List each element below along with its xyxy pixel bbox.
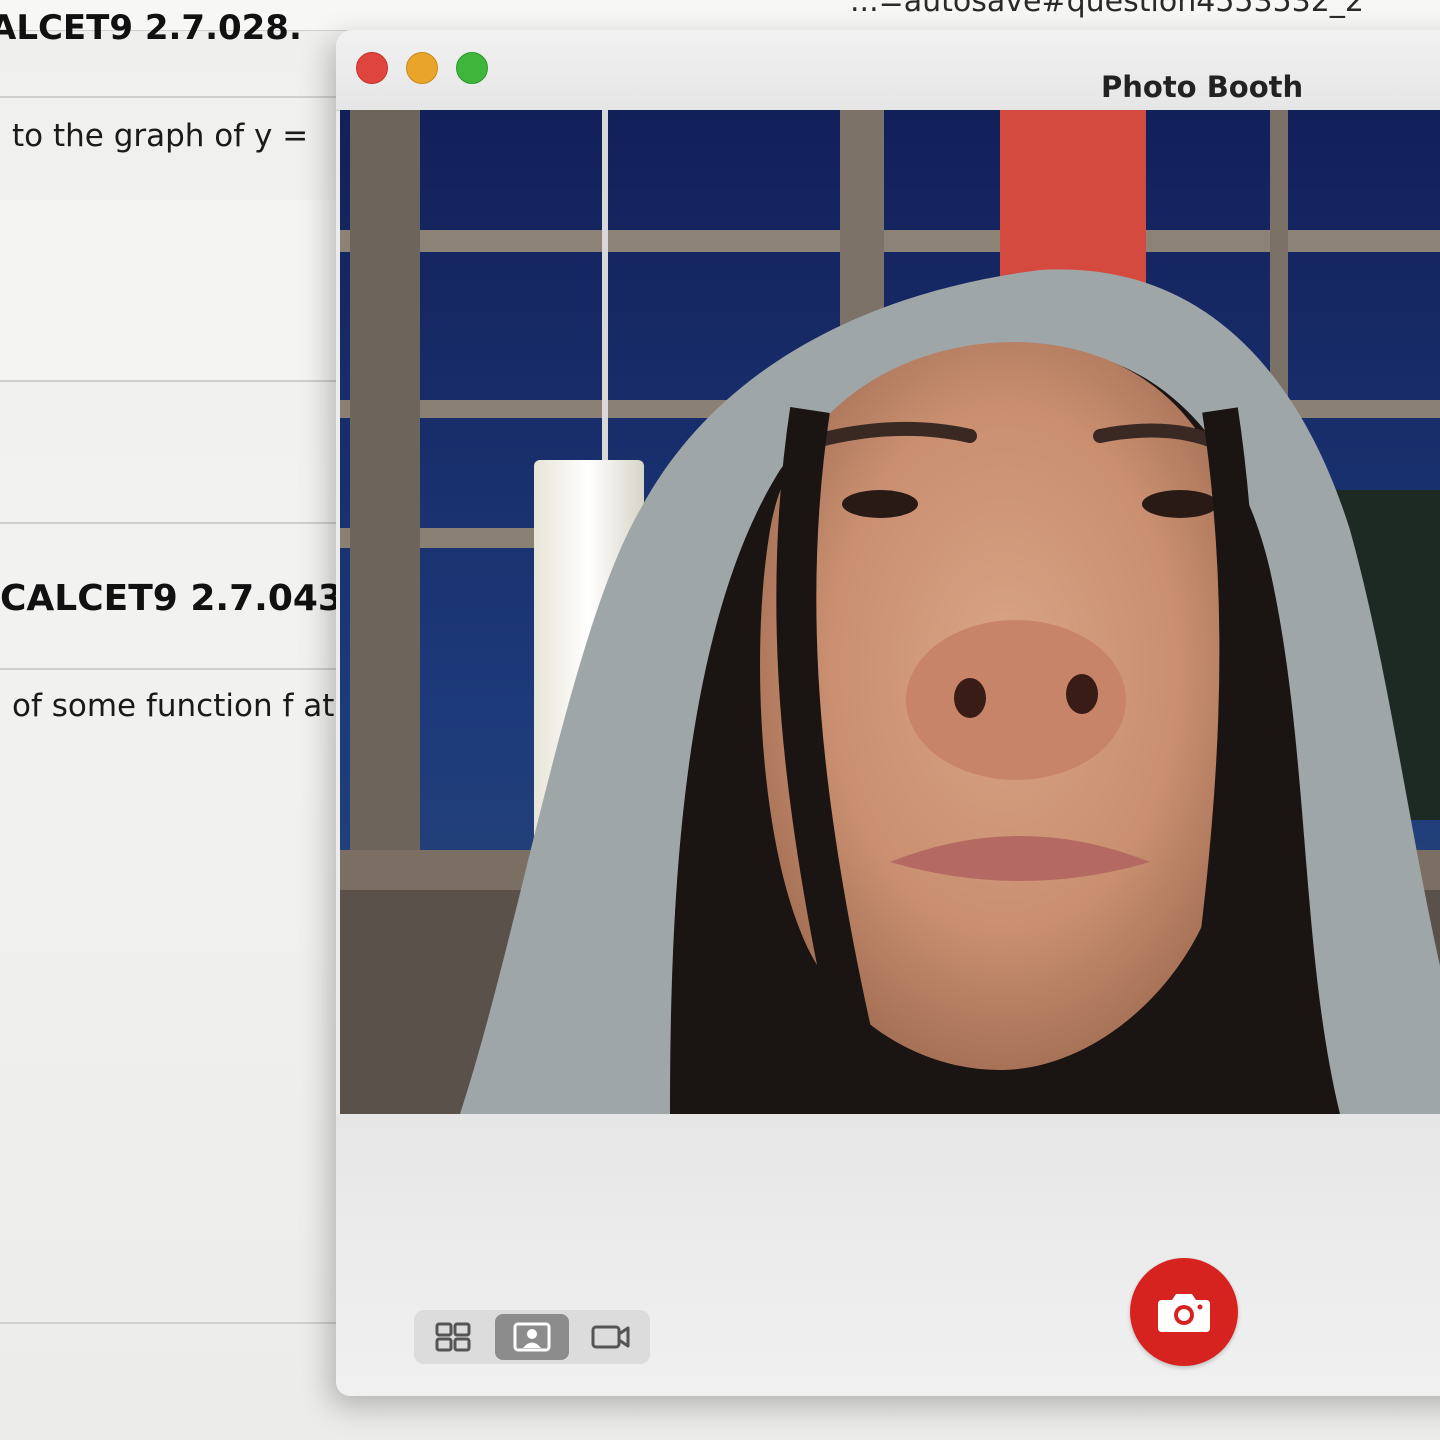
question-2-text: of some function f at <box>12 688 335 724</box>
portrait-icon <box>513 1322 551 1352</box>
answer-area-1 <box>0 200 380 380</box>
camera-preview <box>340 110 1440 1114</box>
view-mode-segmented-control <box>414 1310 650 1364</box>
camera-icon <box>1158 1294 1210 1332</box>
title-bar[interactable]: Photo Booth <box>336 30 1440 111</box>
question-divider <box>0 380 380 382</box>
question-divider <box>0 522 380 524</box>
take-photo-button[interactable] <box>1130 1258 1238 1366</box>
photo-booth-window: Photo Booth <box>336 30 1440 1396</box>
question-1-text: to the graph of y = <box>12 118 309 154</box>
page-bottom-divider <box>0 1322 360 1324</box>
browser-url[interactable]: ...=autosave#question4553532_2 <box>420 0 1440 26</box>
window-title: Photo Booth <box>1101 70 1304 104</box>
grid-icon <box>435 1322 471 1352</box>
url-text: ...=autosave#question4553532_2 <box>850 0 1364 19</box>
question-1-header: ALCET9 2.7.028. <box>0 8 302 48</box>
question-divider <box>0 668 380 670</box>
camera-feed-image <box>340 110 1440 1114</box>
single-photo-button[interactable] <box>494 1314 570 1360</box>
zoom-window-button[interactable] <box>456 52 488 84</box>
minimize-window-button[interactable] <box>406 52 438 84</box>
video-mode-button[interactable] <box>573 1314 648 1360</box>
four-up-grid-button[interactable] <box>416 1314 491 1360</box>
controls-bar <box>336 1114 1440 1396</box>
video-camera-icon <box>591 1325 630 1349</box>
question-2-header: CALCET9 2.7.043. <box>0 578 357 619</box>
question-divider <box>0 96 380 98</box>
close-window-button[interactable] <box>356 52 388 84</box>
